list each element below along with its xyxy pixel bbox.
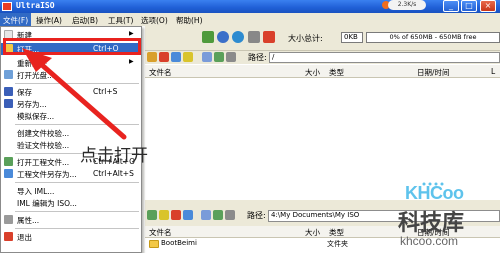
total-size-label: 大小总计: [288, 34, 323, 43]
submenu-arrow-icon: ▶ [129, 30, 134, 37]
lower-add-icon[interactable] [183, 210, 193, 220]
menu-separator [15, 182, 139, 183]
total-size-value: 0KB [341, 32, 363, 43]
lower-up-icon[interactable] [147, 210, 157, 220]
menu-actions[interactable]: 操作(A) [36, 15, 62, 26]
menu-file[interactable]: 文件(F) [0, 13, 32, 26]
open-disc-icon [4, 70, 13, 79]
menu-item-save-as[interactable]: 另存为... [1, 98, 141, 110]
delete-icon[interactable] [159, 52, 169, 62]
app-icon [2, 2, 12, 11]
upper-path-bar: 路径: / [145, 51, 500, 64]
menu-separator [15, 228, 139, 229]
lower-refresh-icon[interactable] [213, 210, 223, 220]
window-title: UltraISO [16, 1, 55, 10]
tool-icon[interactable] [248, 31, 260, 43]
lower-folder-icon[interactable] [159, 210, 169, 220]
toolbar: 大小总计: 0KB 0% of 650MB - 650MB free [145, 26, 500, 51]
menu-help[interactable]: 帮助(H) [176, 15, 203, 26]
properties-toolbar-icon[interactable] [202, 52, 212, 62]
watermark-name: 科技库 [398, 211, 465, 236]
menu-separator [15, 83, 139, 84]
menu-item-properties[interactable]: 属性... [1, 214, 141, 226]
save-project-icon [4, 169, 13, 178]
upper-file-list-header: 文件名 大小 类型 日期/时间 L [145, 65, 500, 78]
add-icon[interactable] [171, 52, 181, 62]
menu-boot[interactable]: 启动(B) [72, 15, 98, 26]
capacity-bar: 0% of 650MB - 650MB free [366, 32, 500, 43]
menu-separator [15, 211, 139, 212]
minimize-button[interactable]: _ [443, 0, 459, 12]
title-bar: UltraISO 2.3K/s _ □ × [0, 0, 500, 13]
menu-item-save-project[interactable]: 工程文件另存为... Ctrl+Alt+S [1, 168, 141, 180]
help-icon[interactable] [232, 31, 244, 43]
close-button[interactable]: × [480, 0, 496, 12]
menu-separator [15, 124, 139, 125]
menu-item-reopen[interactable]: 重新打开 ▶ [1, 57, 141, 69]
upper-path-field[interactable]: / [269, 52, 500, 63]
column-size[interactable]: 大小 [305, 67, 320, 78]
open-project-icon [4, 157, 13, 166]
file-menu-dropdown: 新建 ▶ 打开... Ctrl+O 重新打开 ▶ 打开光盘... 保存 Ctrl… [0, 26, 142, 253]
watermark-url: khcoo.com [400, 234, 459, 248]
exit-icon [4, 232, 13, 241]
menu-item-import-iml[interactable]: 导入 IML... [1, 185, 141, 197]
lower-path-field[interactable]: 4:\My Documents\My ISO [268, 210, 500, 222]
menu-item-simulate-save[interactable]: 模拟保存... [1, 110, 141, 122]
file-type: 文件夹 [327, 240, 348, 248]
save-as-icon [4, 99, 13, 108]
reopen-icon [4, 58, 13, 67]
menu-bar: 文件(F) 操作(A) 启动(B) 工具(T) 选项(O) 帮助(H) [0, 13, 500, 26]
menu-item-iml-to-iso[interactable]: IML 编辑为 ISO... [1, 197, 141, 209]
lower-path-label: 路径: [247, 211, 266, 220]
info-icon[interactable] [217, 31, 229, 43]
maximize-button[interactable]: □ [461, 0, 477, 12]
properties-icon [4, 215, 13, 224]
menu-item-create-checksum[interactable]: 创建文件校验... [1, 127, 141, 139]
menu-item-save[interactable]: 保存 Ctrl+S [1, 86, 141, 98]
settings-icon[interactable] [226, 52, 236, 62]
folder-up-icon[interactable] [147, 52, 157, 62]
burn-icon[interactable] [202, 31, 214, 43]
column-type[interactable]: 类型 [329, 67, 344, 78]
file-name: BootBeimi [161, 239, 197, 247]
lower-delete-icon[interactable] [171, 210, 181, 220]
upper-path-label: 路径: [248, 53, 267, 62]
network-speed-badge: 2.3K/s [388, 0, 426, 10]
save-icon [4, 87, 13, 96]
submenu-arrow-icon: ▶ [129, 58, 134, 65]
lower-properties-icon[interactable] [201, 210, 211, 220]
column-name[interactable]: 文件名 [149, 67, 172, 78]
menu-item-exit[interactable]: 退出 [1, 231, 141, 243]
lower-settings-icon[interactable] [225, 210, 235, 220]
menu-item-open-disc[interactable]: 打开光盘... [1, 69, 141, 81]
lower-column-type[interactable]: 类型 [329, 227, 344, 238]
annotation-text: 点击打开 [80, 146, 148, 166]
exit-toolbar-icon[interactable] [263, 31, 275, 43]
refresh-icon[interactable] [214, 52, 224, 62]
menu-options[interactable]: 选项(O) [141, 15, 168, 26]
highlight-box [3, 38, 141, 55]
new-folder-icon[interactable] [183, 52, 193, 62]
column-extra[interactable]: L [491, 67, 495, 76]
lower-column-size[interactable]: 大小 [305, 227, 320, 238]
folder-icon [149, 240, 159, 248]
lower-column-name[interactable]: 文件名 [149, 227, 172, 238]
menu-tools[interactable]: 工具(T) [108, 15, 133, 26]
column-date[interactable]: 日期/时间 [417, 67, 450, 78]
watermark-logo: KHCoo [405, 183, 464, 203]
